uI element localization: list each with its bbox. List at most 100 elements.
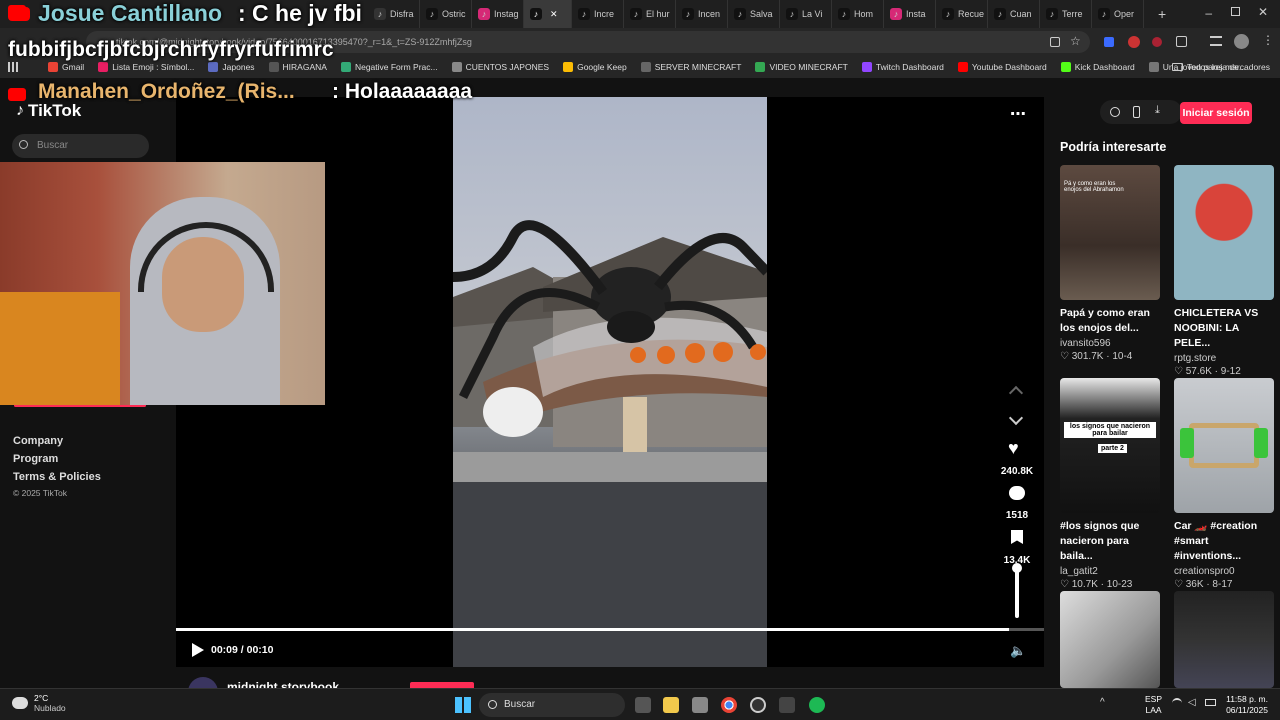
language-indicator[interactable]: ESP LAA — [1145, 694, 1162, 716]
suggestion-thumb-2 — [1174, 165, 1274, 300]
extension-icon-2[interactable] — [1128, 36, 1140, 48]
sidebar-link-program[interactable]: Program — [13, 453, 58, 465]
tab-favicon-icon: ♪ — [578, 8, 590, 20]
browser-tab[interactable]: ♪ Insta — [884, 0, 936, 28]
coin-icon[interactable] — [1110, 107, 1120, 117]
more-options-icon[interactable]: ⋯ — [1010, 104, 1027, 124]
sidebar-link-company[interactable]: Company — [13, 435, 63, 447]
install-icon[interactable] — [1050, 37, 1060, 47]
browser-tab[interactable]: ♪ Hom — [832, 0, 884, 28]
bookmark-item[interactable]: Twitch Dashboard — [861, 62, 944, 72]
tab-label: Instag — [494, 9, 519, 19]
suggestion-thumb-1: Pá y como eran los enojos del Abrahamon — [1060, 165, 1160, 300]
sidebar-link-terms[interactable]: Terms & Policies — [13, 471, 101, 483]
obs-icon[interactable] — [750, 697, 766, 713]
tiktok-logo-text: TikTok — [28, 101, 82, 120]
spotify-icon[interactable] — [809, 697, 825, 713]
play-icon[interactable] — [192, 643, 204, 657]
browser-tab[interactable]: ♪ Terre — [1040, 0, 1092, 28]
bookmark-label: HIRAGANA — [282, 62, 327, 72]
bookmark-item[interactable]: Negative Form Prac... — [340, 62, 438, 72]
apps-grid-icon[interactable] — [8, 62, 18, 72]
extension-icon-3[interactable] — [1152, 37, 1162, 47]
tab-favicon-icon: ♪ — [1098, 8, 1110, 20]
browser-tab[interactable]: ♪ Incen — [676, 0, 728, 28]
volume-slider-knob[interactable] — [1012, 563, 1022, 573]
task-view-icon[interactable] — [635, 697, 651, 713]
download-icon[interactable]: ⤓ — [1155, 104, 1160, 117]
bookmark-star-icon[interactable]: ☆ — [1070, 34, 1081, 48]
bookmark-item[interactable]: Gmail — [48, 62, 84, 72]
like-heart-icon[interactable]: ♥ — [1008, 438, 1019, 459]
tab-close-icon[interactable]: ✕ — [550, 9, 558, 20]
browser-tab[interactable]: ♪ Instag — [472, 0, 524, 28]
giant-spider-head — [607, 311, 655, 343]
wifi-icon[interactable] — [1172, 698, 1182, 706]
bookmark-item[interactable]: SERVER MINECRAFT — [640, 62, 741, 72]
suggestion-card-5[interactable] — [1060, 591, 1160, 688]
clock-time: 11:58 p. m. — [1226, 694, 1268, 704]
chat-youtube-icon-2 — [8, 88, 26, 101]
bookmark-item[interactable]: VIDEO MINECRAFT — [755, 62, 848, 72]
browser-tab[interactable]: ♪ Oper — [1092, 0, 1144, 28]
bookmark-item[interactable]: Lista Emoji : Símbol... — [98, 62, 194, 72]
bookmark-favicon-icon — [208, 62, 219, 72]
progress-track[interactable] — [176, 628, 1044, 631]
chat-youtube-icon-1 — [8, 5, 26, 18]
new-tab-button[interactable]: + — [1158, 6, 1166, 22]
browser-tab[interactable]: ♪ Salva — [728, 0, 780, 28]
bookmark-favicon-icon — [98, 62, 109, 72]
webcam-bed — [0, 292, 120, 405]
weather-widget[interactable]: 2°C Nublado — [12, 693, 66, 713]
chrome-icon[interactable] — [721, 697, 737, 713]
bookmark-item[interactable]: Kick Dashboard — [1060, 62, 1135, 72]
video-frame[interactable] — [453, 97, 767, 667]
tray-overflow-icon[interactable]: ^ — [1100, 697, 1105, 708]
mobile-icon[interactable] — [1133, 106, 1140, 118]
browser-tab[interactable]: ♪ El hur — [624, 0, 676, 28]
search-box[interactable]: Buscar — [12, 134, 149, 158]
login-button[interactable]: Iniciar sesión — [1180, 102, 1252, 124]
browser-tab[interactable]: ♪ Disfra — [368, 0, 420, 28]
app-icon[interactable] — [779, 697, 795, 713]
browser-tab[interactable]: ♪ ✕ — [524, 0, 572, 28]
bookmark-item[interactable]: Google Keep — [563, 62, 627, 72]
minimize-button[interactable]: – — [1205, 6, 1212, 20]
bookmark-item[interactable]: HIRAGANA — [268, 62, 327, 72]
bookmark-item[interactable]: Youtube Dashboard — [957, 62, 1047, 72]
extensions-puzzle-icon[interactable] — [1176, 36, 1187, 47]
tiktok-logo[interactable]: ♪ TikTok — [16, 101, 81, 121]
chat-message-1: : C he jv fbi — [238, 0, 362, 26]
maximize-button[interactable] — [1231, 7, 1240, 16]
suggestion-card-6[interactable] — [1174, 591, 1274, 688]
browser-tab[interactable]: ♪ Incre — [572, 0, 624, 28]
volume-tray-icon[interactable]: ◁ — [1188, 697, 1196, 708]
extension-icon-1[interactable] — [1104, 37, 1114, 47]
profile-avatar[interactable] — [1234, 34, 1249, 49]
suggestion-card-4[interactable]: Car 🏎️ #creation #smart #inventions... c… — [1174, 378, 1274, 590]
close-window-button[interactable]: ✕ — [1258, 5, 1268, 19]
comment-icon[interactable] — [1009, 486, 1025, 500]
battery-icon[interactable] — [1205, 699, 1216, 706]
clock[interactable]: 11:58 p. m. 06/11/2025 — [1222, 694, 1268, 716]
file-explorer-icon[interactable] — [663, 697, 679, 713]
browser-tab[interactable]: ♪ Cuan — [988, 0, 1040, 28]
suggestion-card-3[interactable]: los signos que nacieron para bailar part… — [1060, 378, 1160, 590]
suggestion-card-2[interactable]: CHICLETERA VS NOOBINI: LA PELE... rptg.s… — [1174, 165, 1274, 377]
windows-start-icon[interactable] — [455, 697, 471, 713]
taskbar-search[interactable]: Buscar — [479, 693, 625, 717]
volume-slider[interactable] — [1015, 566, 1019, 618]
suggestion-card-1[interactable]: Pá y como eran los enojos del Abrahamon … — [1060, 165, 1160, 362]
suggestion-title-1: Papá y como eran los enojos del... — [1060, 307, 1150, 334]
browser-tab[interactable]: ♪ Ostric — [420, 0, 472, 28]
bookmark-item[interactable]: CUENTOS JAPONES — [451, 62, 549, 72]
chat-user-1: Josue Cantillano — [38, 0, 223, 26]
media-control-icon[interactable] — [1210, 36, 1222, 46]
all-bookmarks[interactable]: Todos los marcadores — [1171, 62, 1270, 72]
browser-tab[interactable]: ♪ La Vi — [780, 0, 832, 28]
bookmark-item[interactable]: Japones — [208, 62, 255, 72]
volume-icon[interactable]: 🔈 — [1010, 643, 1026, 659]
browser-menu-icon[interactable]: ⋮ — [1262, 33, 1274, 47]
browser-tab[interactable]: ♪ Recue — [936, 0, 988, 28]
store-icon[interactable] — [692, 697, 708, 713]
